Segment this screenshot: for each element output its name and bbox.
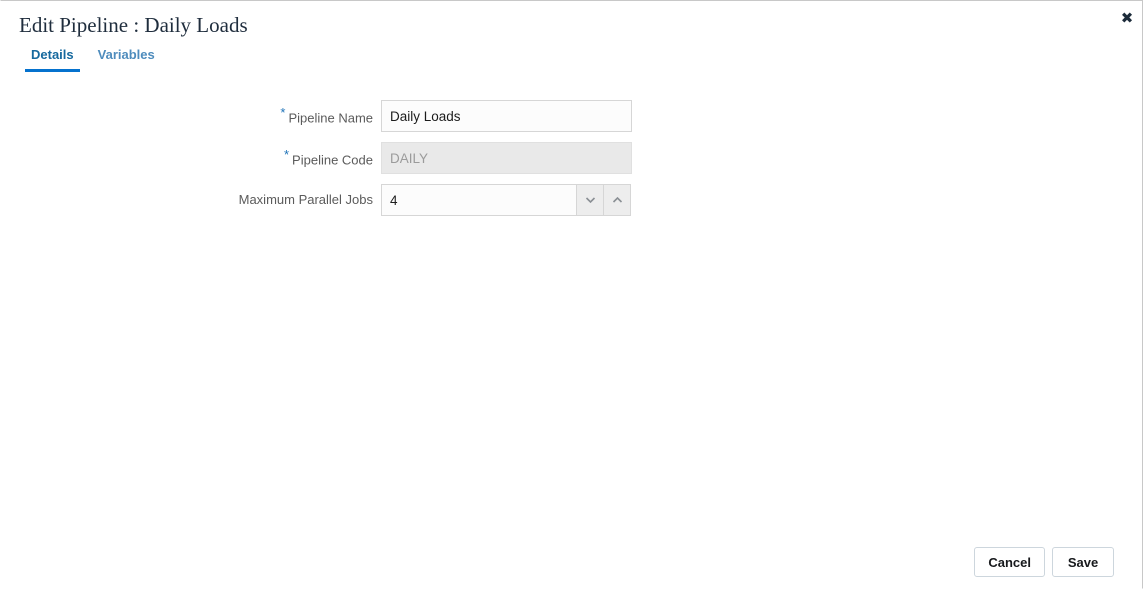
form-row-pipeline-code: * Pipeline Code DAILY [1,142,641,174]
form-row-max-parallel-jobs: Maximum Parallel Jobs 4 [1,184,641,216]
pipeline-code-label-text: Pipeline Code [292,152,373,168]
required-asterisk-icon: * [280,104,286,120]
required-asterisk-icon: * [283,146,290,162]
save-button[interactable]: Save [1052,547,1114,577]
cancel-button[interactable]: Cancel [974,547,1045,577]
edit-pipeline-dialog: Edit Pipeline : Daily Loads ✖ Details Va… [0,0,1143,589]
pipeline-code-label: * Pipeline Code [1,148,381,168]
chevron-down-icon [585,196,596,204]
spinner-decrement-button[interactable] [577,184,604,216]
tab-bar: Details Variables [19,45,167,72]
max-parallel-jobs-field-wrap: 4 [381,184,632,216]
pipeline-name-label-text: Pipeline Name [288,110,373,126]
spinner-increment-button[interactable] [604,184,631,216]
close-icon[interactable]: ✖ [1116,7,1138,29]
spinner-buttons [577,184,632,216]
pipeline-code-field-wrap: DAILY [381,142,632,174]
pipeline-code-input: DAILY [381,142,632,174]
max-parallel-jobs-input[interactable]: 4 [381,184,577,216]
max-parallel-jobs-label: Maximum Parallel Jobs [238,192,373,207]
page-title: Edit Pipeline : Daily Loads [19,13,248,37]
pipeline-name-field-wrap: Daily Loads [381,100,632,132]
pipeline-name-input[interactable]: Daily Loads [381,100,632,132]
dialog-footer: Cancel Save [974,547,1114,577]
chevron-up-icon [612,196,623,204]
tab-details[interactable]: Details [19,45,86,72]
pipeline-name-label: * Pipeline Name [1,106,381,126]
pipeline-details-form: * Pipeline Name Daily Loads * Pipeline Cod… [1,100,641,226]
form-row-pipeline-name: * Pipeline Name Daily Loads [1,100,641,132]
tab-variables[interactable]: Variables [86,45,167,72]
